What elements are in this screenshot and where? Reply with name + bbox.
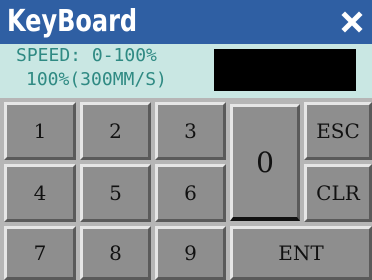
clr-button[interactable]: CLR bbox=[304, 164, 372, 222]
key-0[interactable]: 0 bbox=[230, 104, 300, 221]
key-4[interactable]: 4 bbox=[4, 164, 76, 222]
window-title: KeyBoard bbox=[7, 4, 138, 39]
ent-label: ENT bbox=[278, 241, 324, 265]
key-2[interactable]: 2 bbox=[80, 102, 151, 160]
key-6[interactable]: 6 bbox=[155, 164, 226, 222]
key-9[interactable]: 9 bbox=[155, 226, 226, 280]
key-1-label: 1 bbox=[33, 119, 47, 143]
keyboard-window: KeyBoard SPEED: 0-100% 100%(300MM/S) 1 2… bbox=[0, 0, 372, 280]
speed-range-label: SPEED: 0-100% bbox=[16, 45, 157, 66]
key-8-label: 8 bbox=[109, 241, 122, 265]
key-6-label: 6 bbox=[184, 181, 197, 205]
key-3-label: 3 bbox=[184, 119, 197, 143]
key-1[interactable]: 1 bbox=[4, 102, 76, 160]
speed-scale-label: 100%(300MM/S) bbox=[26, 69, 167, 90]
value-display bbox=[214, 49, 356, 91]
key-7-label: 7 bbox=[33, 241, 47, 265]
key-7[interactable]: 7 bbox=[4, 226, 76, 280]
esc-label: ESC bbox=[316, 119, 360, 143]
title-bar: KeyBoard bbox=[0, 0, 372, 44]
key-5[interactable]: 5 bbox=[80, 164, 151, 222]
key-2-label: 2 bbox=[109, 119, 122, 143]
key-8[interactable]: 8 bbox=[80, 226, 151, 280]
ent-button[interactable]: ENT bbox=[230, 226, 372, 280]
key-0-label: 0 bbox=[256, 145, 274, 179]
key-5-label: 5 bbox=[109, 181, 122, 205]
key-9-label: 9 bbox=[184, 241, 197, 265]
esc-button[interactable]: ESC bbox=[304, 102, 372, 160]
clr-label: CLR bbox=[316, 181, 360, 205]
key-3[interactable]: 3 bbox=[155, 102, 226, 160]
close-button[interactable] bbox=[337, 7, 367, 37]
close-icon bbox=[341, 11, 363, 33]
keypad: 1 2 3 0 ESC 4 5 6 CLR 7 8 9 ENT bbox=[0, 98, 372, 280]
key-4-label: 4 bbox=[33, 181, 47, 205]
